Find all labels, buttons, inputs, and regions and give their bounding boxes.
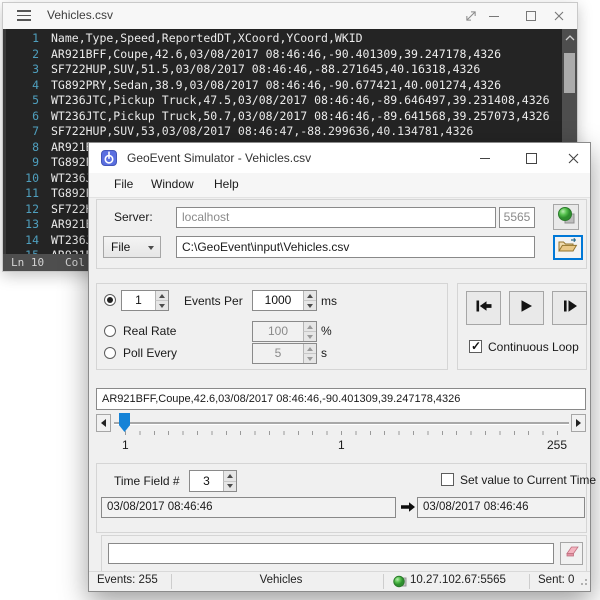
skip-to-start-icon [475,299,493,318]
simulator-window: GeoEvent Simulator - Vehicles.csv File W… [88,142,591,592]
hamburger-menu-icon[interactable] [17,10,31,24]
simulator-titlebar[interactable]: GeoEvent Simulator - Vehicles.csv [89,143,590,173]
slider-left-button[interactable] [96,414,111,432]
spin-down-icon[interactable] [223,481,236,492]
spin-down-icon[interactable] [303,353,316,363]
server-host-input[interactable]: localhost [176,207,496,228]
menu-window[interactable]: Window [149,177,196,191]
menu-help[interactable]: Help [212,177,241,191]
slider-right-icon [576,419,581,427]
spin-up-icon[interactable] [223,471,236,481]
events-count-spinner[interactable]: 1 [121,290,169,311]
poll-spinner[interactable]: 5 [252,343,317,364]
slider-ticks [125,431,561,435]
real-rate-unit-label: % [321,324,332,338]
app-icon [101,150,117,171]
cursor-line-indicator: Ln 10 [11,254,44,271]
events-per-radio[interactable] [104,294,116,306]
interval-spinner[interactable]: 1000 [252,290,317,311]
progress-field [108,543,554,564]
window-title: GeoEvent Simulator - Vehicles.csv [127,151,311,165]
poll-every-label: Poll Every [123,346,177,360]
source-type-dropdown[interactable]: File [103,236,161,258]
events-per-label: Events Per [184,294,243,308]
play-icon [519,299,534,318]
time-to-field: 03/08/2017 08:46:46 [417,497,585,518]
open-file-button[interactable] [553,235,583,260]
resize-grip[interactable] [578,576,588,589]
sent-count: Sent: 0 [538,574,574,586]
statusbar-separator [529,574,530,589]
file-path-input[interactable]: C:\GeoEvent\input\Vehicles.csv [176,236,535,258]
slider-current-label: 1 [338,438,345,452]
slider-min-label: 1 [122,438,129,452]
continuous-loop-checkbox[interactable] [469,340,482,353]
slider-thumb[interactable] [119,413,130,432]
slider-max-label: 255 [547,438,567,452]
spin-up-icon[interactable] [303,344,316,353]
play-button[interactable] [509,291,544,325]
connection-status-icon [557,206,575,229]
real-rate-label: Real Rate [123,324,176,338]
set-current-time-checkbox[interactable] [441,473,454,486]
continuous-loop-label: Continuous Loop [488,340,579,354]
slider-right-button[interactable] [571,414,586,432]
spin-down-icon[interactable] [303,331,316,341]
spin-down-icon[interactable] [303,300,316,310]
step-forward-button[interactable] [552,291,587,325]
real-rate-spinner[interactable]: 100 [252,321,317,342]
editor-title: Vehicles.csv [47,8,113,22]
spin-up-icon[interactable] [303,322,316,331]
events-count: Events: 255 [97,574,158,586]
time-from-field: 03/08/2017 08:46:46 [101,497,396,518]
spin-up-icon[interactable] [303,291,316,300]
server-label: Server: [114,210,153,224]
clear-button[interactable] [560,542,583,565]
maximize-icon[interactable] [518,3,544,29]
statusbar-separator [171,574,172,589]
slider-track[interactable] [114,422,569,425]
open-folder-icon [558,237,578,258]
cursor-col-indicator: Col [65,254,85,271]
step-forward-icon [562,299,578,318]
minimize-icon[interactable] [481,3,507,29]
time-field-spinner[interactable]: 3 [189,470,237,492]
menu-bar: File Window Help [89,173,590,198]
server-port-input[interactable]: 5565 [499,207,535,228]
poll-every-radio[interactable] [104,347,116,359]
slider-left-icon [101,419,106,427]
spin-down-icon[interactable] [155,300,168,310]
chevron-down-icon [148,246,154,250]
poll-unit-label: s [321,346,327,360]
set-current-time-label: Set value to Current Time [460,473,596,487]
editor-titlebar[interactable]: Vehicles.csv [3,3,577,29]
simulator-statusbar: Events: 255 Vehicles 10.27.102.67:5565 S… [89,571,590,591]
status-connection-icon [393,575,407,591]
time-field-label: Time Field # [114,474,180,488]
event-preview-field: AR921BFF,Coupe,42.6,03/08/2017 08:46:46,… [96,388,586,410]
skip-to-start-button[interactable] [466,291,501,325]
statusbar-separator [383,574,384,589]
scrollbar-up-icon[interactable] [562,33,577,45]
scrollbar-thumb[interactable] [564,53,575,93]
close-icon[interactable] [557,143,589,173]
arrow-right-icon [400,500,416,518]
desktop: Vehicles.csv 1Name,Type,Speed,ReportedDT… [0,0,600,600]
connect-button[interactable] [553,204,579,230]
feed-name: Vehicles [221,574,341,586]
close-icon[interactable] [546,3,572,29]
interval-unit-label: ms [321,294,337,308]
minimize-icon[interactable] [469,143,501,173]
source-type-value: File [111,240,130,254]
maximize-icon[interactable] [515,143,547,173]
menu-file[interactable]: File [112,177,135,191]
endpoint-address: 10.27.102.67:5565 [410,574,506,586]
eraser-icon [563,544,580,563]
spin-up-icon[interactable] [155,291,168,300]
real-rate-radio[interactable] [104,325,116,337]
